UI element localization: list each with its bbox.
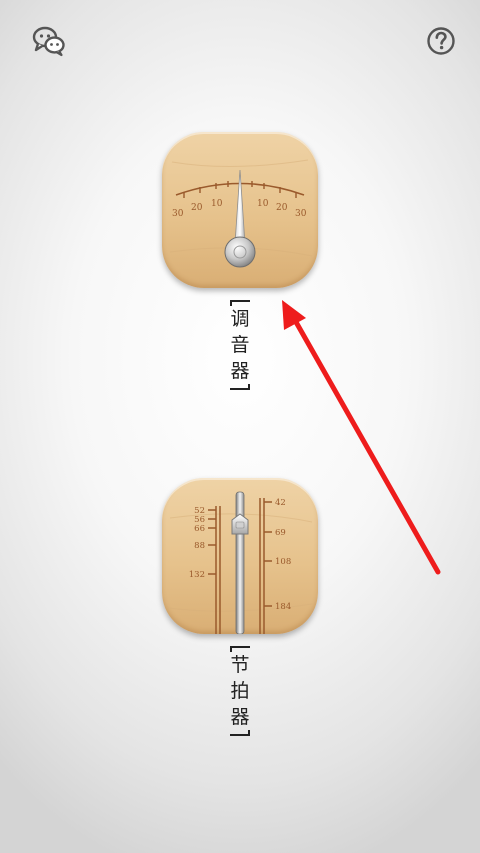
metronome-label-char-3: 器: [230, 706, 250, 728]
metronome-slider-icon: 52 56 66 88 132 42 69 108 184: [167, 491, 313, 634]
metronome-left-scale-66: 66: [194, 524, 205, 534]
metronome-label-char-2: 拍: [230, 680, 250, 702]
tuner-scale-left-30: 30: [172, 209, 184, 219]
tuner-label[interactable]: 调 音 器: [226, 300, 254, 390]
tuner-label-char-1: 调: [230, 308, 250, 330]
tuner-dial-icon: 30 20 10 10 20 30: [169, 159, 313, 268]
metronome-right-scale-184: 184: [275, 602, 291, 612]
metronome-label[interactable]: 节 拍 器: [226, 646, 254, 736]
metronome-label-char-1: 节: [230, 654, 250, 676]
tuner-button[interactable]: 30 20 10 10 20 30: [162, 132, 318, 288]
tuner-label-char-2: 音: [230, 334, 250, 356]
bracket-bottom-icon: [230, 384, 250, 390]
metronome-right-scale-108: 108: [275, 557, 291, 567]
tuner-scale-left-10: 10: [211, 199, 223, 209]
tuner-scale-right-30: 30: [295, 209, 307, 219]
bracket-bottom-icon: [230, 730, 250, 736]
metronome-button[interactable]: 52 56 66 88 132 42 69 108 184: [162, 478, 318, 634]
metronome-right-scale-42: 42: [275, 498, 286, 508]
tuner-label-char-3: 器: [230, 360, 250, 382]
wechat-share-icon[interactable]: [32, 24, 66, 58]
metronome-right-scale-69: 69: [275, 528, 286, 538]
tuner-scale-right-20: 20: [276, 203, 288, 213]
tuner-scale-left-20: 20: [191, 203, 203, 213]
metronome-left-scale-132: 132: [189, 570, 205, 580]
metronome-left-scale-88: 88: [194, 541, 205, 551]
tuner-scale-right-10: 10: [257, 199, 269, 209]
help-icon[interactable]: [424, 24, 458, 58]
